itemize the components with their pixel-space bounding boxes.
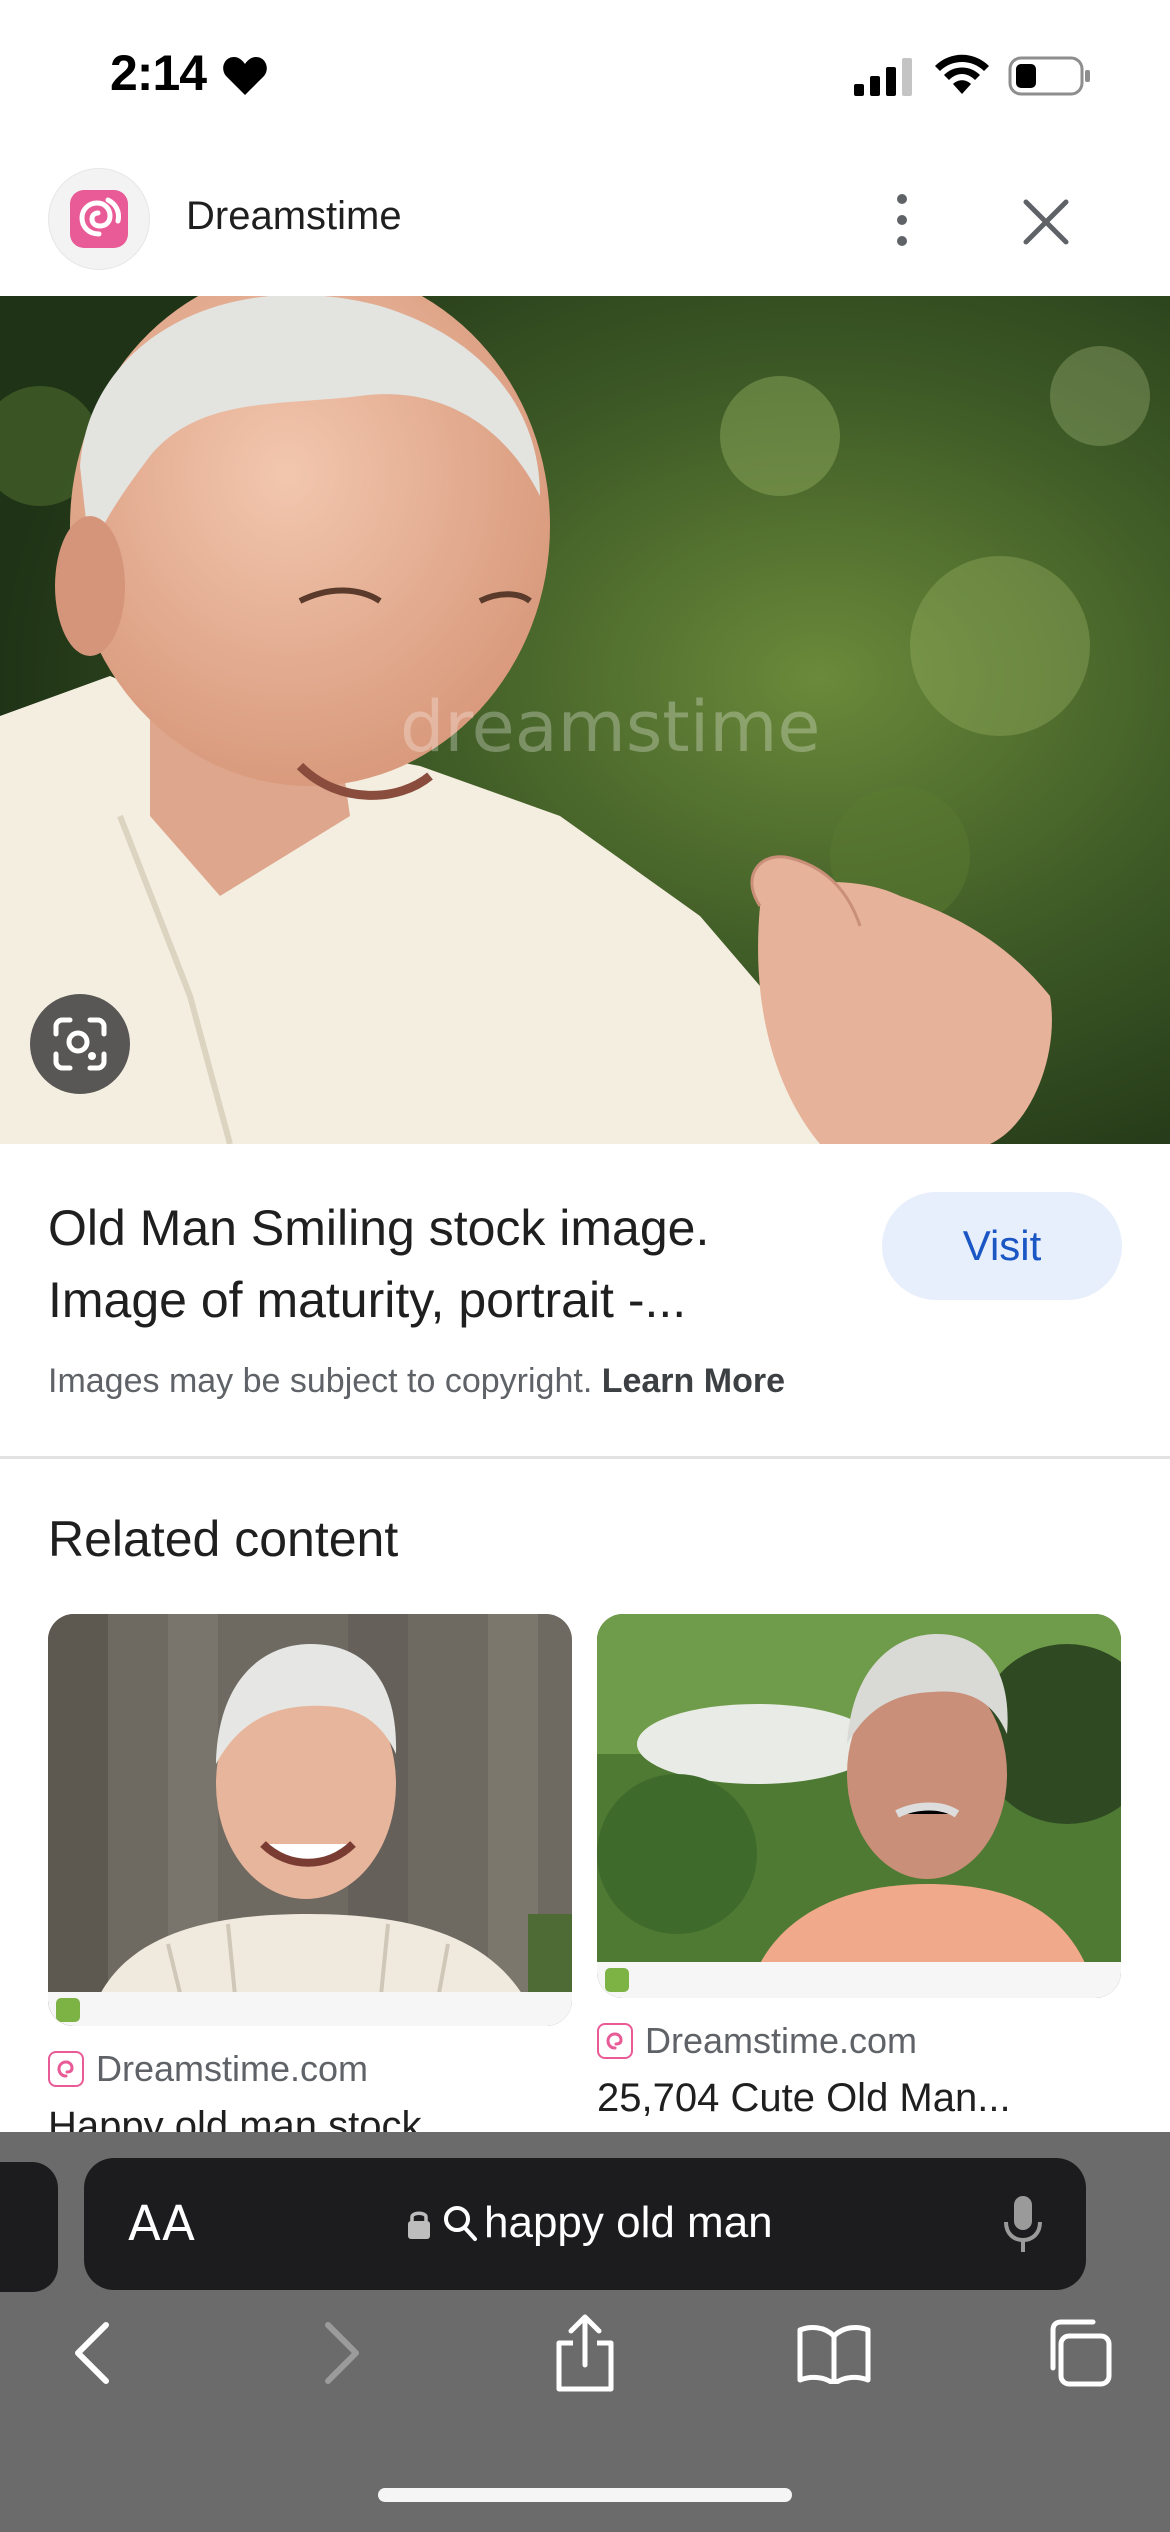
lens-icon: [53, 1017, 107, 1071]
browser-toolbar: AA happy old man: [0, 2132, 1170, 2532]
wifi-icon: [935, 54, 989, 94]
related-title[interactable]: 25,704 Cute Old Man...: [597, 2076, 1037, 2121]
close-icon[interactable]: [1018, 194, 1074, 250]
back-icon: [75, 2322, 109, 2384]
cute-old-man-photo: [597, 1614, 1121, 1998]
previous-tab-peek[interactable]: [0, 2162, 58, 2292]
copyright-text: Images may be subject to copyright.: [48, 1362, 593, 1400]
status-time: 2:14: [110, 45, 207, 101]
visit-button[interactable]: Visit: [882, 1192, 1122, 1300]
forward-button[interactable]: [312, 2308, 372, 2398]
image-title[interactable]: Old Man Smiling stock image. Image of ma…: [48, 1192, 848, 1336]
address-bar[interactable]: AA happy old man: [84, 2158, 1086, 2290]
related-card[interactable]: Dreamstime.com 25,704 Cute Old Man...: [597, 1614, 1121, 2121]
bookmarks-button[interactable]: [794, 2308, 874, 2398]
watermark-text: dreamstime: [400, 686, 820, 768]
mic-icon[interactable]: [1002, 2194, 1044, 2256]
search-icon: [444, 2206, 477, 2241]
divider: [0, 1456, 1170, 1459]
address-text[interactable]: happy old man: [484, 2198, 773, 2248]
happy-old-man-photo: [48, 1614, 572, 2026]
copyright-notice: Images may be subject to copyright. Lear…: [48, 1362, 785, 1401]
status-bar: 2:14: [0, 0, 1170, 150]
dreamstime-logo[interactable]: [48, 168, 150, 270]
more-options-icon[interactable]: [880, 188, 924, 252]
old-man-photo: dreamstime: [0, 296, 1170, 1144]
back-button[interactable]: [62, 2308, 122, 2398]
related-source: Dreamstime.com: [597, 2020, 1121, 2062]
related-heading: Related content: [48, 1511, 399, 1567]
learn-more-link[interactable]: Learn More: [602, 1362, 785, 1400]
tabs-icon: [1050, 2319, 1112, 2387]
related-card[interactable]: Dreamstime.com Happy old man stock: [48, 1614, 572, 2149]
dreamstime-logo-icon: [70, 190, 128, 248]
lock-icon: [408, 2211, 430, 2239]
related-image[interactable]: [597, 1614, 1121, 1998]
bookmarks-icon: [797, 2325, 871, 2384]
related-source: Dreamstime.com: [48, 2048, 572, 2090]
tabs-button[interactable]: [1040, 2308, 1116, 2398]
page: 2:14 Dreamstime dreamstime Old Man Smili…: [0, 0, 1170, 2532]
home-indicator[interactable]: [378, 2488, 792, 2502]
battery-icon: [1008, 56, 1090, 96]
dreamstime-mini-logo-icon: [48, 2051, 84, 2087]
source-name[interactable]: Dreamstime: [186, 194, 402, 239]
related-source-label: Dreamstime.com: [645, 2020, 918, 2061]
signal-icon: [854, 58, 912, 96]
main-image[interactable]: dreamstime: [0, 296, 1170, 1144]
source-header: Dreamstime: [0, 150, 1170, 296]
reader-settings-button[interactable]: AA: [128, 2196, 195, 2252]
forward-icon: [325, 2322, 359, 2384]
share-icon: [556, 2314, 614, 2392]
dreamstime-mini-logo-icon: [597, 2023, 633, 2059]
share-button[interactable]: [550, 2308, 620, 2398]
lens-button[interactable]: [30, 994, 130, 1094]
related-source-label: Dreamstime.com: [96, 2048, 369, 2089]
related-image[interactable]: [48, 1614, 572, 2026]
heart-icon: [223, 57, 267, 95]
